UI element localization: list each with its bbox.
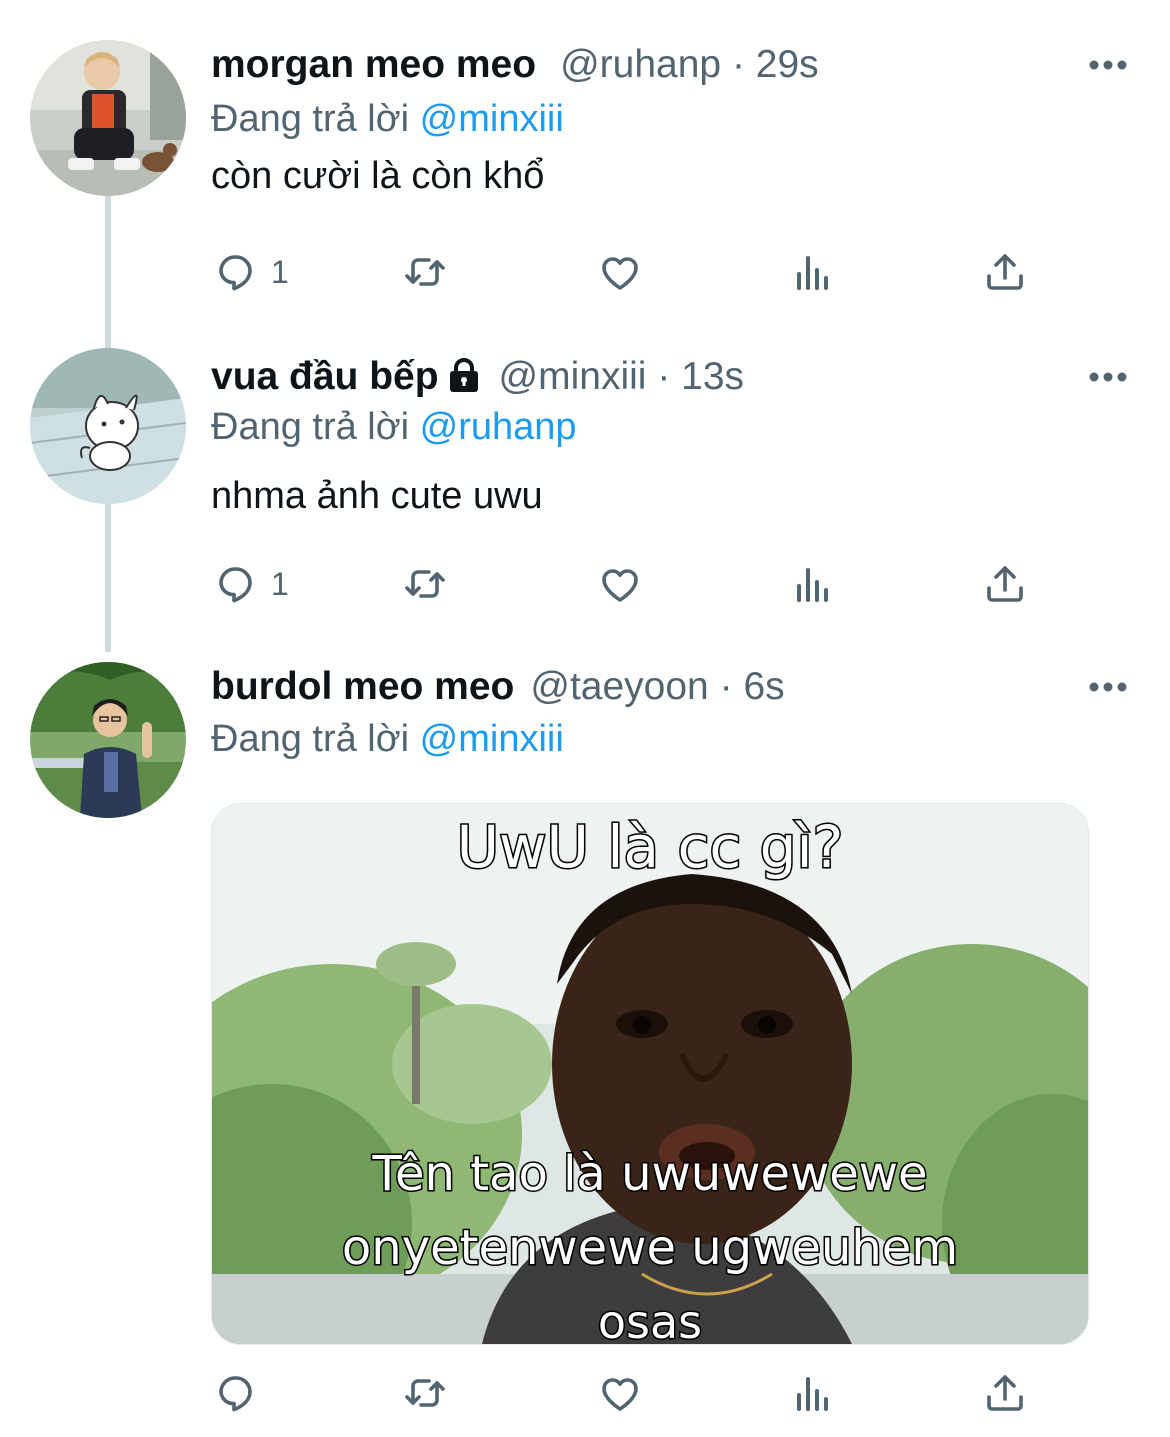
share-icon	[987, 1375, 1023, 1411]
reply-button[interactable]	[211, 1363, 259, 1423]
like-button[interactable]	[596, 242, 644, 302]
tweet-2[interactable]: vua đầu bếp @minxiii · 13s Đang trả lời @…	[0, 340, 1170, 652]
tweet-header: burdol meo meo @taeyoon · 6s	[211, 662, 785, 712]
retweet-button[interactable]	[401, 242, 449, 302]
action-bar	[211, 1363, 1061, 1423]
thread-line	[105, 504, 111, 652]
like-icon	[602, 257, 638, 290]
share-icon	[987, 254, 1023, 290]
reply-button[interactable]: 1	[211, 242, 289, 302]
meme-caption-top: UwU là cc gì?	[455, 812, 845, 883]
share-button[interactable]	[981, 554, 1029, 614]
more-icon[interactable]	[1088, 370, 1128, 384]
tweet-1[interactable]: morgan meo meo @ruhanp · 29s Đang trả lời…	[0, 40, 1170, 340]
avatar[interactable]	[30, 662, 186, 818]
like-icon	[602, 569, 638, 602]
share-button[interactable]	[981, 242, 1029, 302]
tweet-header: morgan meo meo @ruhanp · 29s	[211, 40, 819, 90]
retweet-icon	[405, 570, 445, 598]
display-name[interactable]: vua đầu bếp	[211, 355, 439, 398]
more-icon[interactable]	[1088, 58, 1128, 72]
analytics-icon	[797, 256, 828, 290]
retweet-icon	[405, 258, 445, 286]
user-handle[interactable]: @ruhanp	[560, 43, 721, 86]
analytics-button[interactable]	[789, 1363, 837, 1423]
meme-caption-line-1: Tên tao là uwuwewewe	[371, 1145, 929, 1204]
thread-line	[105, 196, 111, 340]
reply-mention[interactable]: @minxiii	[420, 718, 564, 760]
analytics-icon	[797, 568, 828, 602]
timestamp[interactable]: 6s	[743, 665, 784, 708]
action-bar: 1	[211, 554, 1061, 614]
action-bar: 1	[211, 242, 1061, 302]
user-handle[interactable]: @minxiii	[499, 355, 647, 398]
share-button[interactable]	[981, 1363, 1029, 1423]
like-button[interactable]	[596, 554, 644, 614]
reply-icon	[219, 255, 252, 291]
tweet-header: vua đầu bếp @minxiii · 13s	[211, 352, 744, 402]
separator: ·	[731, 43, 745, 86]
reply-prefix: Đang trả lời	[211, 98, 410, 140]
retweet-icon	[405, 1379, 445, 1407]
reply-icon	[219, 1376, 252, 1412]
reply-prefix: Đang trả lời	[211, 718, 410, 760]
analytics-icon	[797, 1377, 828, 1411]
tweet-text: nhma ảnh cute uwu	[211, 475, 543, 517]
meme-caption-line-2: onyetenwewe ugweuhem	[340, 1219, 959, 1278]
meme-caption-line-3: osas	[596, 1294, 703, 1345]
reply-icon	[219, 567, 252, 603]
reply-count: 1	[271, 565, 289, 602]
tweet-text: còn cười là còn khổ	[211, 155, 545, 197]
share-icon	[987, 566, 1023, 602]
user-handle[interactable]: @taeyoon	[530, 665, 708, 708]
like-button[interactable]	[596, 1363, 644, 1423]
reply-mention[interactable]: @ruhanp	[420, 406, 577, 448]
analytics-button[interactable]	[789, 242, 837, 302]
timestamp[interactable]: 29s	[756, 43, 819, 86]
meme-image[interactable]: UwU là cc gì? Tên tao là uwuwewewe onyet…	[211, 803, 1089, 1345]
retweet-button[interactable]	[401, 554, 449, 614]
avatar[interactable]	[30, 348, 186, 504]
avatar[interactable]	[30, 40, 186, 196]
reply-count: 1	[271, 253, 289, 290]
more-icon[interactable]	[1088, 680, 1128, 694]
like-icon	[602, 1378, 638, 1411]
replying-to: Đang trả lời @ruhanp	[211, 402, 577, 452]
timestamp[interactable]: 13s	[681, 355, 744, 398]
reply-button[interactable]: 1	[211, 554, 289, 614]
retweet-button[interactable]	[401, 1363, 449, 1423]
display-name[interactable]: morgan meo meo	[211, 43, 536, 86]
replying-to: Đang trả lời @minxiii	[211, 94, 564, 144]
replying-to: Đang trả lời @minxiii	[211, 714, 564, 764]
display-name[interactable]: burdol meo meo	[211, 665, 514, 708]
tweet-3[interactable]: burdol meo meo @taeyoon · 6s Đang trả lời…	[0, 662, 1170, 1437]
reply-prefix: Đang trả lời	[211, 406, 410, 448]
analytics-button[interactable]	[789, 554, 837, 614]
separator: ·	[657, 355, 671, 398]
lock-icon	[449, 358, 478, 392]
separator: ·	[719, 665, 733, 708]
reply-mention[interactable]: @minxiii	[420, 98, 564, 140]
